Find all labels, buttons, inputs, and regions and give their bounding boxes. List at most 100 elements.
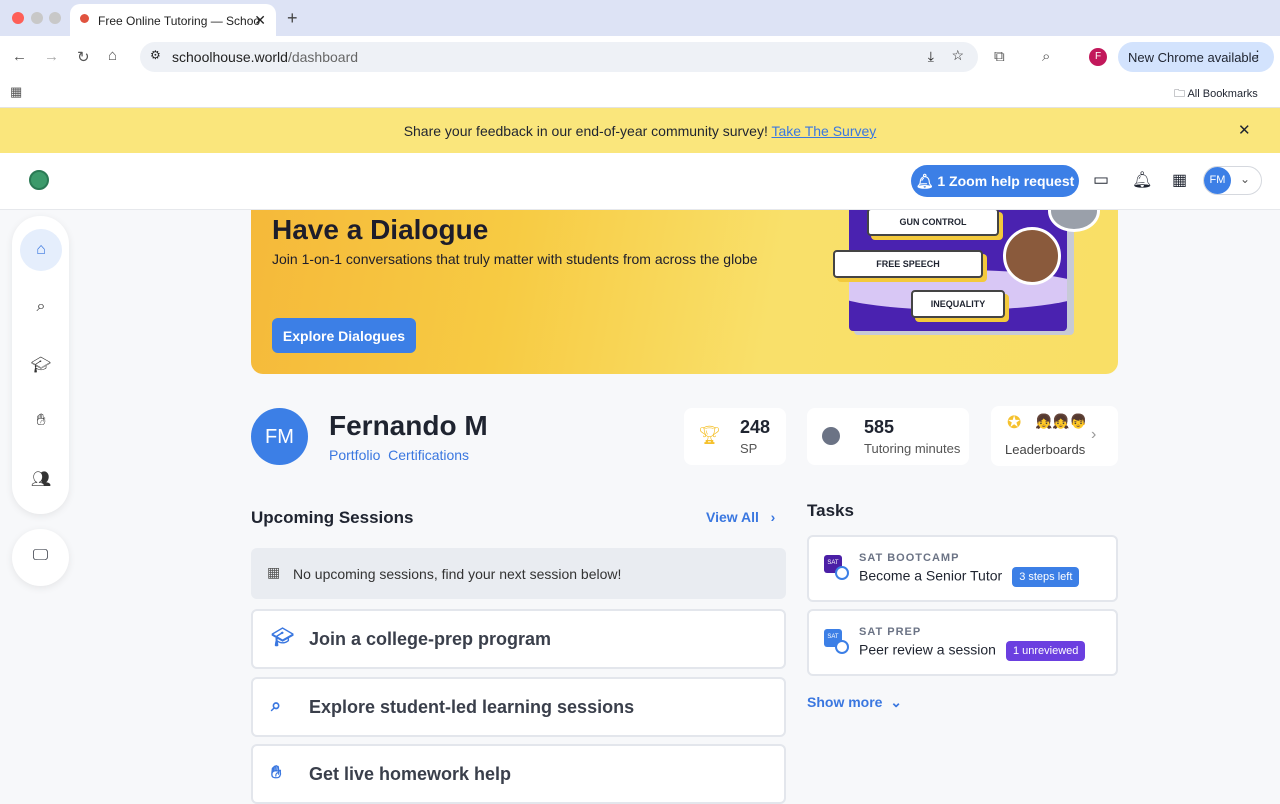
install-icon[interactable]: ⤓ xyxy=(928,48,934,65)
zoom-help-request-button[interactable]: 🔔︎ 1 Zoom help request xyxy=(911,165,1079,197)
forward-icon[interactable]: → xyxy=(44,48,59,65)
chat-icon[interactable]: ▭ xyxy=(1093,170,1109,190)
url-host: schoolhouse.world xyxy=(172,49,288,65)
college-prep-button[interactable]: 🎓︎ Join a college-prep program xyxy=(251,609,786,669)
bookmark-star-icon[interactable]: ☆ xyxy=(951,47,964,64)
banner-text: Share your feedback in our end-of-year c… xyxy=(403,123,772,139)
back-icon[interactable]: ← xyxy=(12,48,27,65)
folder-icon: 🗀 xyxy=(1174,88,1188,100)
chevron-right-icon: › xyxy=(1091,426,1097,443)
profile-avatar[interactable]: F xyxy=(1089,48,1107,66)
chevron-right-icon: › xyxy=(770,509,776,525)
survey-link[interactable]: Take The Survey xyxy=(772,123,877,139)
sp-stat-card: 🏆︎ 248 SP xyxy=(684,408,786,465)
close-banner-icon[interactable]: ✕ xyxy=(1238,121,1251,139)
favicon-icon xyxy=(80,14,89,23)
explore-dialogues-button[interactable]: Explore Dialogues xyxy=(272,318,416,353)
account-avatar: FM xyxy=(1204,167,1231,194)
portfolio-link[interactable]: Portfolio xyxy=(329,447,380,463)
extensions-icon[interactable]: ⧉ xyxy=(994,48,1005,65)
menu-dots-icon: ⋮ xyxy=(1251,48,1264,63)
task-title: Peer review a session xyxy=(859,641,996,658)
schoolhouse-logo-icon[interactable] xyxy=(29,170,49,190)
tasks-title: Tasks xyxy=(807,501,854,520)
award-icon: ✪ xyxy=(1007,413,1022,432)
leaderboard-avatars-icon: 👧👧👦 xyxy=(1035,413,1088,429)
bell-icon: 🔔︎ xyxy=(915,173,938,189)
sidebar-hand-icon[interactable]: ✋︎ xyxy=(20,400,62,442)
address-bar[interactable]: ⚙ schoolhouse.world/dashboard ⤓ ☆ xyxy=(140,42,978,72)
action-label: Get live homework help xyxy=(309,764,512,784)
chevron-down-icon: ⌄ xyxy=(1240,172,1251,186)
account-menu[interactable]: FM ⌄ xyxy=(1203,166,1262,195)
task-category: SAT PREP xyxy=(859,626,922,638)
calendar-icon: ▦ xyxy=(267,564,281,580)
home-icon[interactable]: ⌂ xyxy=(108,47,117,64)
profile-name: Fernando M xyxy=(329,410,488,441)
check-circle-icon xyxy=(835,640,849,654)
hero-title: Have a Dialogue xyxy=(272,214,489,245)
action-label: Explore student-led learning sessions xyxy=(309,697,635,717)
apps-grid-icon[interactable]: ▦ xyxy=(10,84,22,100)
action-label: Join a college-prep program xyxy=(309,629,552,649)
survey-banner: Share your feedback in our end-of-year c… xyxy=(0,108,1280,153)
sp-label: SP xyxy=(740,441,758,456)
trophy-icon: 🏆︎ xyxy=(698,425,721,445)
task-title: Become a Senior Tutor xyxy=(859,567,1003,584)
view-all-link[interactable]: View All › xyxy=(706,509,775,525)
profile-avatar-large: FM xyxy=(251,408,308,465)
tab-search-icon[interactable]: ⌕ xyxy=(1042,48,1050,65)
graduation-cap-icon: 🎓︎ xyxy=(271,627,294,647)
url-path: /dashboard xyxy=(287,49,359,65)
search-icon: ⌕ xyxy=(271,695,282,715)
sidebar-teacher-icon[interactable]: 🖵 xyxy=(12,529,69,586)
no-sessions-notice: ▦ No upcoming sessions, find your next se… xyxy=(251,548,786,599)
sidebar-group-icon[interactable]: 👥︎ xyxy=(20,457,62,499)
reload-icon[interactable]: ↻ xyxy=(77,48,90,66)
new-tab-button[interactable]: + xyxy=(287,8,298,29)
browser-tab[interactable]: Free Online Tutoring — Schoo ✕ xyxy=(70,4,276,36)
minutes-value: 585 xyxy=(864,417,895,437)
show-more-label: Show more xyxy=(807,694,883,710)
all-bookmarks[interactable]: 🗀 All Bookmarks xyxy=(1174,85,1258,104)
new-chrome-button[interactable]: New Chrome available ⋮ xyxy=(1118,42,1274,72)
minutes-label: Tutoring minutes xyxy=(864,441,961,456)
view-all-label: View All xyxy=(706,509,759,525)
upcoming-sessions-title: Upcoming Sessions xyxy=(251,508,414,527)
hand-icon: ✋︎ xyxy=(271,762,282,782)
task-category: SAT BOOTCAMP xyxy=(859,552,960,564)
maximize-window-button[interactable] xyxy=(49,12,61,24)
task-badge: 1 unreviewed xyxy=(1005,641,1086,661)
task-card[interactable]: SAT SAT PREP Peer review a session 1 unre… xyxy=(807,609,1118,676)
app-header xyxy=(0,153,1280,210)
dialogue-hero-banner: Have a Dialogue Join 1-on-1 conversation… xyxy=(251,210,1118,374)
certifications-link[interactable]: Certifications xyxy=(388,447,469,463)
hero-subtitle: Join 1-on-1 conversations that truly mat… xyxy=(272,251,758,267)
close-tab-icon[interactable]: ✕ xyxy=(254,12,266,29)
minimize-window-button[interactable] xyxy=(31,12,43,24)
tutoring-minutes-card: 585 Tutoring minutes xyxy=(807,408,969,465)
sidebar-graduation-cap-icon[interactable]: 🎓︎ xyxy=(20,343,62,385)
leaderboards-card[interactable]: ✪ 👧👧👦 Leaderboards › xyxy=(991,406,1118,466)
task-card[interactable]: SAT SAT BOOTCAMP Become a Senior Tutor 3 … xyxy=(807,535,1118,602)
site-settings-icon[interactable]: ⚙ xyxy=(150,48,161,62)
calendar-icon[interactable]: ▦ xyxy=(1172,170,1187,190)
leaderboards-label: Leaderboards xyxy=(1005,442,1086,457)
show-more-button[interactable]: Show more ⌄ xyxy=(807,694,902,711)
homework-help-button[interactable]: ✋︎ Get live homework help xyxy=(251,744,786,804)
all-bookmarks-label: All Bookmarks xyxy=(1187,88,1258,100)
student-photo xyxy=(1003,227,1061,285)
sp-value: 248 xyxy=(740,417,771,437)
notifications-icon[interactable]: 🔔︎ xyxy=(1132,170,1152,190)
close-window-button[interactable] xyxy=(12,12,24,24)
sidebar-search-icon[interactable]: ⌕ xyxy=(20,286,62,328)
topic-tag: FREE SPEECH xyxy=(833,250,983,278)
new-chrome-label: New Chrome available xyxy=(1128,50,1259,65)
topic-tag: INEQUALITY xyxy=(911,290,1005,318)
sidebar-home-icon[interactable]: ⌂ xyxy=(20,229,62,271)
bookmarks-bar xyxy=(0,78,1280,108)
topic-tag: GUN CONTROL xyxy=(867,210,999,236)
zoom-help-label: 1 Zoom help request xyxy=(937,173,1075,189)
explore-sessions-button[interactable]: ⌕ Explore student-led learning sessions xyxy=(251,677,786,737)
clock-icon xyxy=(822,427,840,445)
